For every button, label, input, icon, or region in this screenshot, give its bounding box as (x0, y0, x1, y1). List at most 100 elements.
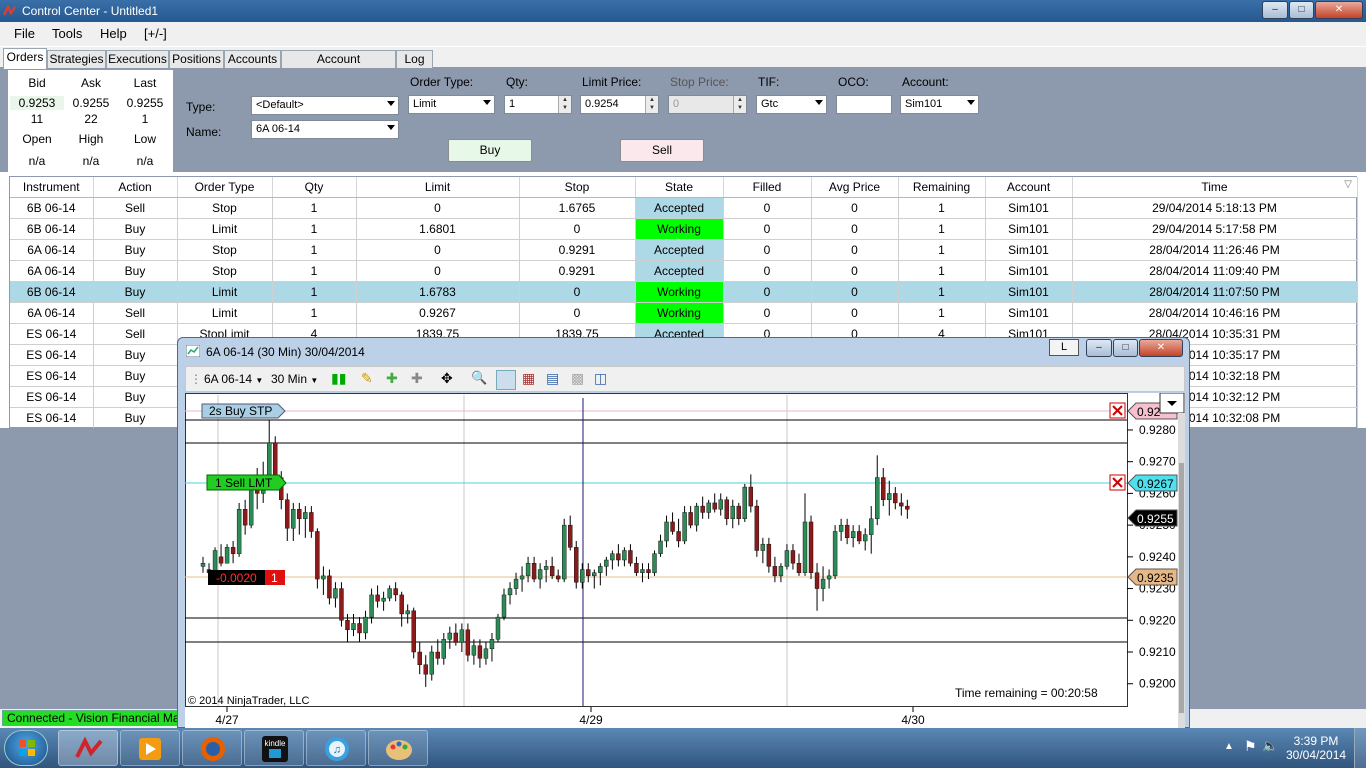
table-cell: 28/04/2014 11:26:46 PM (1072, 239, 1358, 261)
type-select[interactable]: <Default> (251, 96, 399, 115)
menu-tools[interactable]: Tools (52, 26, 82, 41)
tab-orders[interactable]: Orders (3, 48, 47, 69)
tray-show-hidden-icon[interactable]: ▲ (1224, 741, 1234, 752)
ask-label: Ask (80, 76, 101, 90)
strategies-icon[interactable]: ▤ (546, 370, 559, 387)
table-row[interactable]: 6B 06-14 Sell Stop 1 0 1.6765 Accepted 0 0 1 Sim10… (10, 197, 1358, 219)
sell-button[interactable]: Sell (620, 139, 704, 162)
y-axis-label: 0.9240 (1139, 550, 1176, 564)
properties-icon[interactable]: ▩ (571, 370, 584, 387)
close-button[interactable]: ✕ (1315, 1, 1363, 19)
taskbar-ninjatrader[interactable] (58, 730, 118, 766)
menu-file[interactable]: File (14, 26, 35, 41)
candlestick (790, 550, 796, 564)
candlestick (303, 512, 308, 519)
column-header[interactable]: Instrument (10, 177, 94, 198)
window-title: Control Center - Untitled1 (22, 4, 159, 18)
candlestick (236, 509, 242, 554)
menu-expand[interactable]: [+/-] (144, 26, 167, 41)
candlestick (339, 588, 344, 621)
search-icon[interactable]: 🔍 (471, 370, 487, 386)
start-button[interactable] (4, 730, 48, 766)
column-header[interactable]: State (635, 177, 724, 198)
spin-arrows-icon[interactable]: ▲ ▼ (558, 96, 571, 113)
spin-arrows-icon[interactable]: ▲ ▼ (645, 96, 658, 113)
table-row[interactable]: 6B 06-14 Buy Limit 1 1.6783 0 Working 0 0 1 Sim101… (10, 281, 1358, 303)
crosshair-icon[interactable]: ✥ (441, 370, 453, 387)
column-header[interactable]: Remaining (898, 177, 986, 198)
column-header[interactable]: Filled (723, 177, 812, 198)
zoom-out-icon[interactable]: ✚ (411, 370, 423, 387)
show-desktop-button[interactable] (1354, 728, 1366, 768)
menu-help[interactable]: Help (100, 26, 127, 41)
order-type-select[interactable]: Limit (408, 95, 495, 114)
chart-minimize-button[interactable]: – (1086, 339, 1112, 357)
candlestick (869, 518, 874, 535)
indicators-icon[interactable]: ▦ (522, 370, 535, 387)
paint-palette-icon (386, 740, 412, 760)
taskbar-kindle[interactable]: kindle (244, 730, 304, 766)
link-button[interactable]: L (1049, 339, 1079, 356)
table-cell: 6B 06-14 (10, 197, 94, 219)
tif-select[interactable]: Gtc (756, 95, 827, 114)
table-row[interactable]: 6A 06-14 Buy Stop 1 0 0.9291 Accepted 0 0 1 Sim101… (10, 260, 1358, 282)
table-cell: 0 (723, 197, 812, 219)
column-header[interactable]: Limit (356, 177, 520, 198)
column-header[interactable]: Action (93, 177, 178, 198)
buy-button[interactable]: Buy (448, 139, 532, 162)
limit-price-stepper[interactable]: 0.9254 ▲ ▼ (580, 95, 659, 114)
table-row[interactable]: 6A 06-14 Sell Limit 1 0.9267 0 Working 0 0 1 Sim10… (10, 302, 1358, 324)
kindle-icon: kindle (262, 736, 288, 762)
tab-accounts[interactable]: Accounts (224, 50, 281, 68)
column-header[interactable]: Account (985, 177, 1073, 198)
table-row[interactable]: 6A 06-14 Buy Stop 1 0 0.9291 Accepted 0 0 1 Sim101… (10, 239, 1358, 261)
minimize-button[interactable]: – (1262, 1, 1288, 19)
table-row[interactable]: 6B 06-14 Buy Limit 1 1.6801 0 Working 0 0 1 Sim101… (10, 218, 1358, 240)
column-header[interactable]: Order Type (177, 177, 273, 198)
zoom-in-icon[interactable]: ✚ (386, 370, 398, 387)
column-header[interactable]: Qty (272, 177, 357, 198)
price-chart[interactable]: 0.92800.92700.92600.92500.92400.92300.92… (185, 392, 1185, 728)
qty-stepper[interactable]: 1 ▲ ▼ (504, 95, 572, 114)
tray-volume-icon[interactable]: 🔈 (1262, 738, 1278, 754)
maximize-button[interactable]: □ (1289, 1, 1314, 19)
candlestick (555, 575, 561, 580)
tray-clock[interactable]: 3:39 PM 30/04/2014 (1286, 734, 1346, 762)
oco-input[interactable] (836, 95, 892, 114)
tab-log[interactable]: Log (396, 50, 433, 68)
chart-trader-icon[interactable] (496, 370, 516, 390)
candlestick (580, 569, 585, 583)
sell-limit-order-label[interactable]: 1 Sell LMT (215, 476, 273, 490)
table-cell: 28/04/2014 10:46:16 PM (1072, 302, 1358, 324)
tab-strategies[interactable]: Strategies (47, 50, 106, 68)
column-header[interactable]: Stop (519, 177, 636, 198)
taskbar-itunes[interactable]: ♫ (306, 730, 366, 766)
sort-filter-icon[interactable]: ▽ (1344, 179, 1352, 190)
chart-maximize-button[interactable]: □ (1113, 339, 1138, 357)
candlestick (700, 505, 705, 513)
name-select[interactable]: 6A 06-14 (251, 120, 399, 139)
taskbar-paint[interactable] (368, 730, 428, 766)
taskbar-firefox[interactable] (182, 730, 242, 766)
tray-flag-icon[interactable]: ⚑ (1244, 738, 1257, 755)
instrument-selector[interactable]: 6A 06-14 ▼ (204, 372, 263, 386)
toolbar-grip-icon: ⋮ (190, 372, 202, 386)
period-selector[interactable]: 30 Min ▼ (271, 372, 318, 386)
candlestick (670, 521, 675, 532)
column-header[interactable]: Time (1072, 177, 1358, 198)
tab-executions[interactable]: Executions (106, 50, 169, 68)
tab-positions[interactable]: Positions (169, 50, 224, 68)
table-cell: 0.9267 (356, 302, 520, 324)
buy-stop-order-label[interactable]: 2s Buy STP (209, 404, 272, 418)
table-cell: 6A 06-14 (10, 260, 94, 282)
tab-account-performance[interactable]: Account Performance (281, 50, 396, 83)
scrollbar-thumb[interactable] (1179, 463, 1184, 713)
table-cell: 1 (898, 197, 986, 219)
bar-type-icon[interactable]: ▮▮ (331, 370, 346, 387)
chart-close-button[interactable]: ✕ (1139, 339, 1183, 357)
taskbar-media-player[interactable] (120, 730, 180, 766)
drawing-tools-icon[interactable]: ✎ (361, 370, 373, 387)
data-box-icon[interactable]: ◫ (594, 370, 607, 387)
account-select[interactable]: Sim101 (900, 95, 979, 114)
column-header[interactable]: Avg Price (811, 177, 899, 198)
